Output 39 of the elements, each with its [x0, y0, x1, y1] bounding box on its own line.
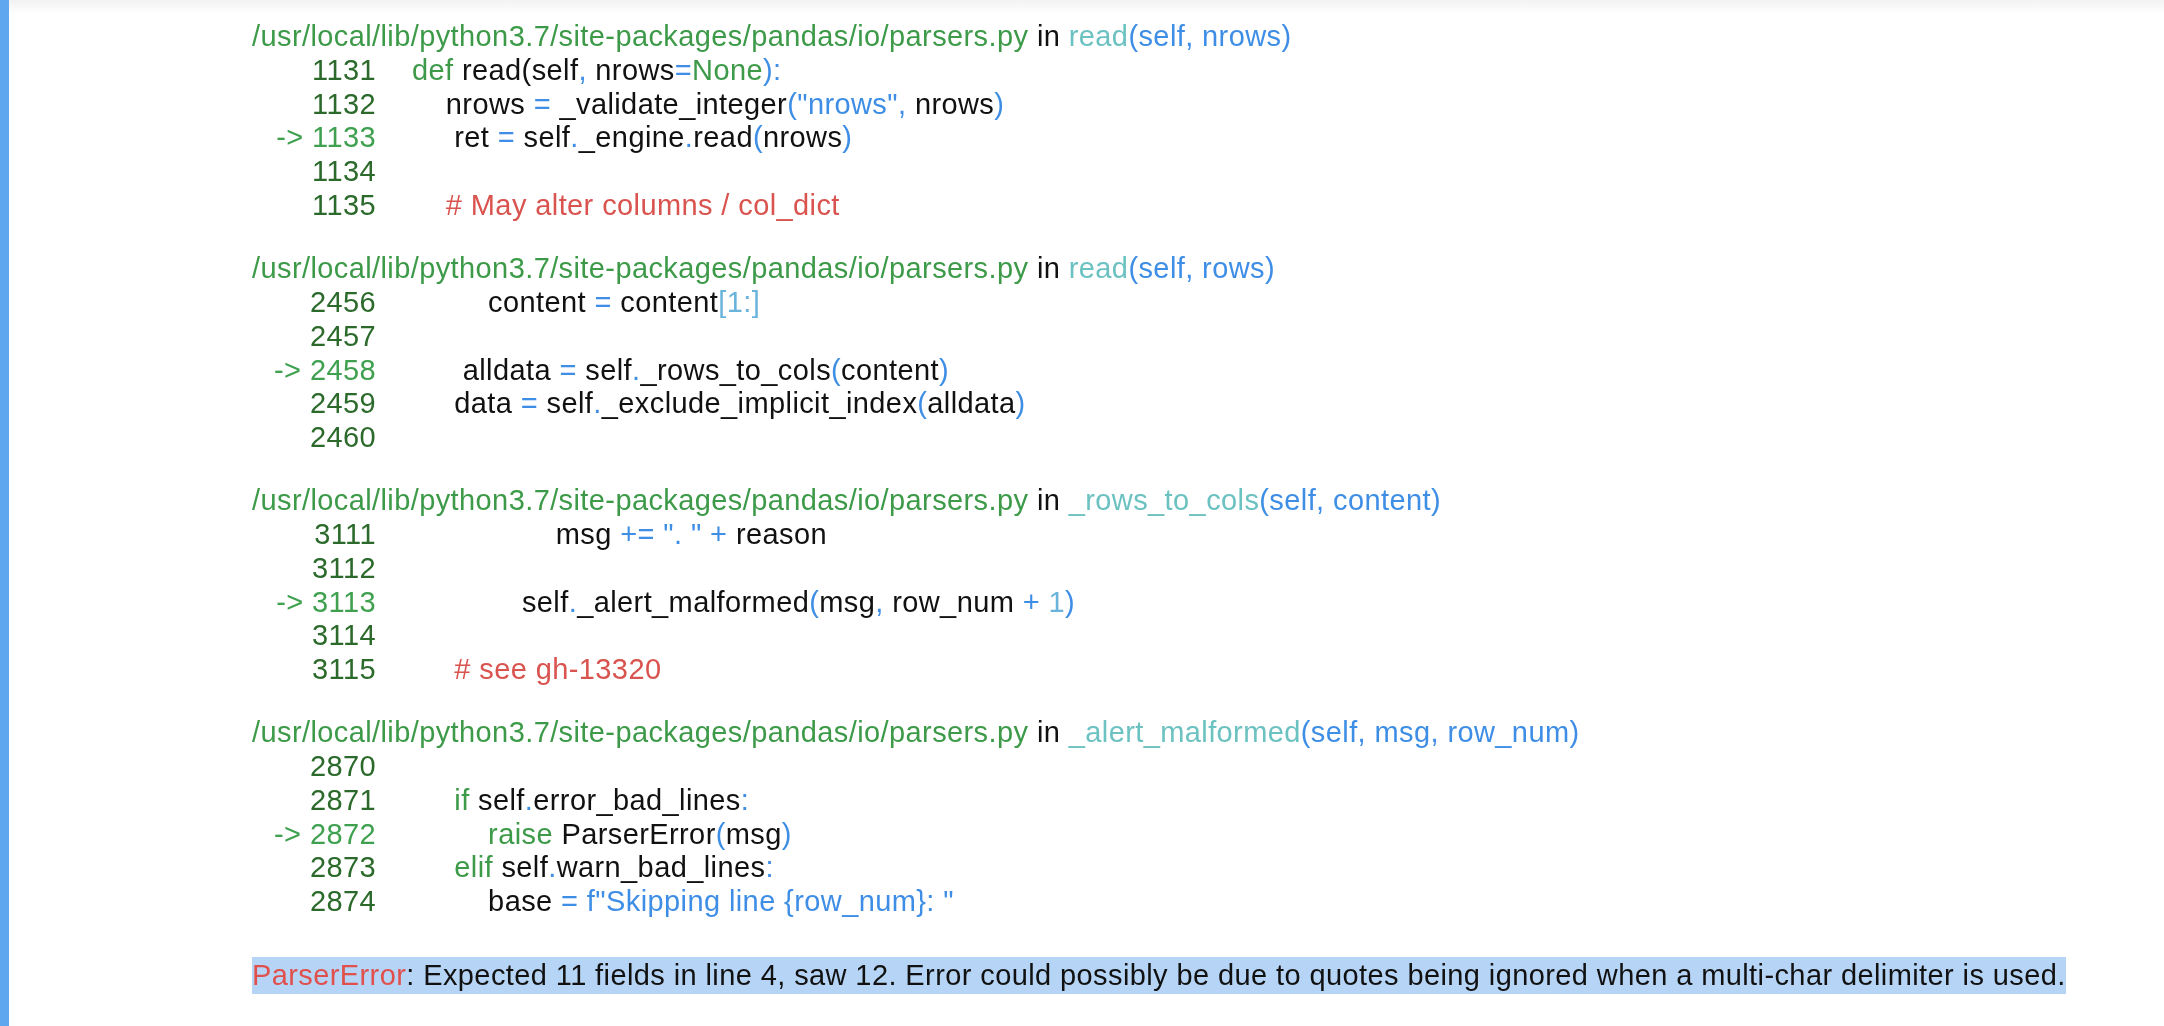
line-number: 2456: [308, 286, 376, 320]
line-number: 1132: [311, 87, 376, 121]
code-line: elif self.warn_bad_lines:: [453, 851, 774, 885]
line-number: 3111: [313, 518, 376, 552]
line-number: 2460: [308, 420, 376, 454]
line-number: 3115: [311, 653, 376, 687]
line-number: 1131: [311, 54, 376, 88]
line-number: 3112: [311, 551, 376, 585]
code-line: content = content[1:]: [487, 286, 761, 320]
line-number: 2873: [308, 851, 376, 885]
code-line: ret = self._engine.read(nrows): [453, 121, 853, 155]
line-number: 2459: [308, 387, 376, 421]
code-line: raise ParserError(msg): [487, 817, 792, 851]
code-line: # May alter columns / col_dict: [444, 188, 840, 222]
traceback-header: /usr/local/lib/python3.7/site-packages/pandas/io/parsers.py in _alert_malformed(self, msg, row_num): [252, 716, 1581, 751]
code-line: nrows = _validate_integer("nrows", nrows): [444, 87, 1005, 121]
line-number: 2874: [308, 885, 376, 919]
code-line: # see gh-13320: [453, 653, 662, 687]
error-message: ParserError: Expected 11 fields in line 4, saw 12. Error could possibly be due to quotes being ignored when a multi-char delimiter is used.: [252, 956, 2066, 994]
code-line: def read(self, nrows=None):: [411, 54, 782, 88]
traceback-header: /usr/local/lib/python3.7/site-packages/pandas/io/parsers.py in _rows_to_cols(self, content): [252, 484, 1442, 518]
code-line: msg += ". " + reason: [554, 518, 827, 552]
line-number: 1134: [311, 155, 376, 189]
traceback-header: /usr/local/lib/python3.7/site-packages/pandas/io/parsers.py in read(self, rows): [252, 252, 1276, 286]
code-line: alldata = self._rows_to_cols(content): [461, 353, 950, 387]
line-number: 3114: [311, 619, 376, 653]
line-number: -> 1133: [275, 121, 376, 155]
code-line: data = self._exclude_implicit_index(alldata): [453, 387, 1026, 421]
line-number: 1135: [311, 188, 376, 222]
line-number: 2870: [308, 750, 376, 784]
code-line: if self.error_bad_lines:: [453, 784, 750, 818]
line-number: -> 3113: [275, 585, 376, 619]
line-number: -> 2872: [273, 817, 376, 851]
code-line: self._alert_malformed(msg, row_num + 1): [520, 585, 1076, 619]
traceback-header: /usr/local/lib/python3.7/site-packages/pandas/io/parsers.py in read(self, nrows): [252, 20, 1293, 54]
line-number: -> 2458: [273, 353, 376, 387]
line-number: 2871: [308, 784, 376, 818]
line-number: 2457: [308, 319, 376, 353]
code-line: base = f"Skipping line {row_num}: ": [487, 885, 954, 919]
